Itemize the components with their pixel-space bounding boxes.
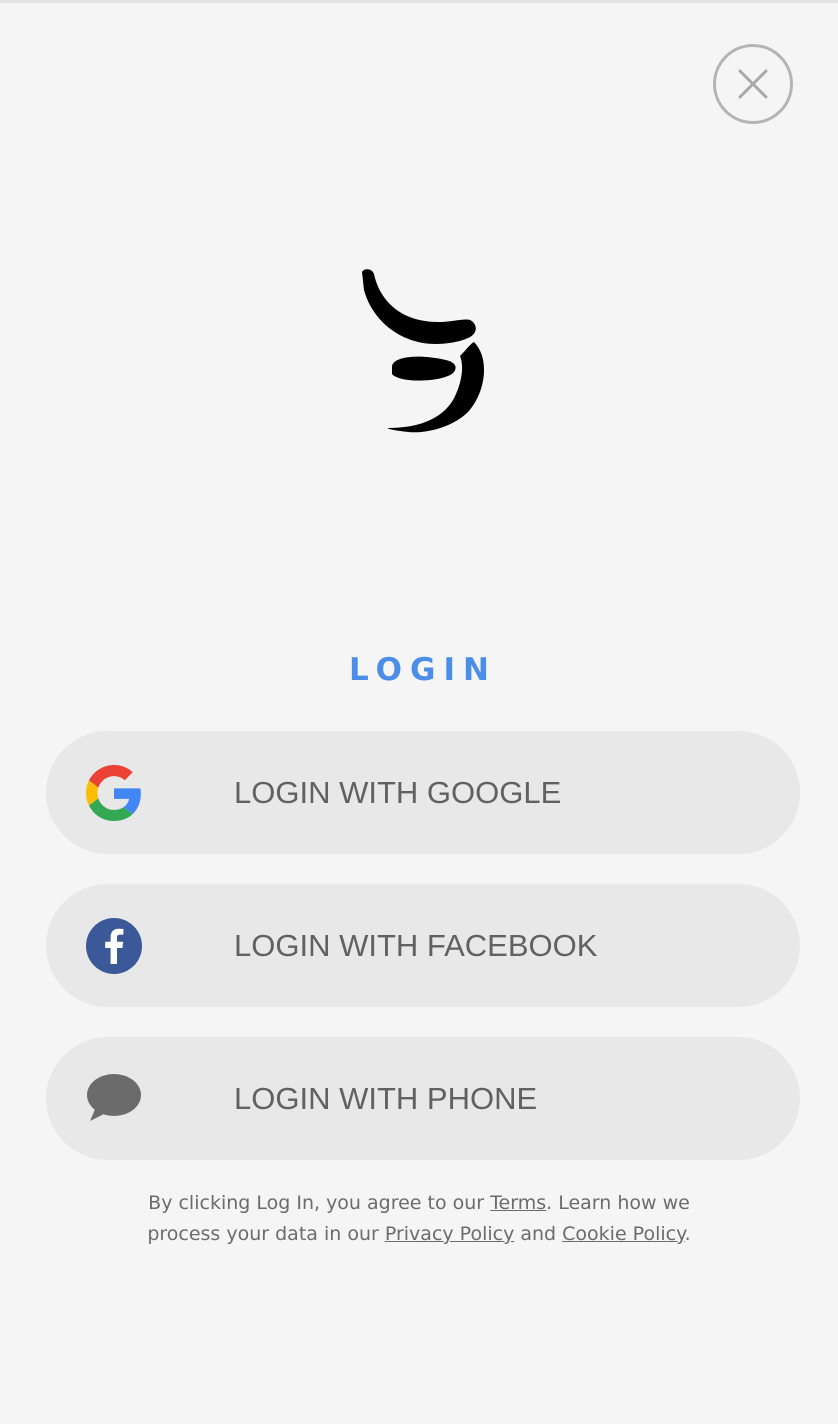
facebook-icon: [86, 918, 142, 974]
login-facebook-button[interactable]: LOGIN WITH FACEBOOK: [46, 884, 800, 1007]
disclaimer-line-2: process your data in our Privacy Policy …: [0, 1219, 838, 1250]
disclaimer-text: By clicking Log In, you agree to our: [148, 1192, 491, 1214]
close-icon: [738, 69, 768, 99]
disclaimer-line-1: By clicking Log In, you agree to our Ter…: [0, 1188, 838, 1219]
disclaimer-text: . Learn how we: [546, 1192, 690, 1214]
login-google-label: LOGIN WITH GOOGLE: [234, 775, 562, 810]
close-button[interactable]: [713, 44, 793, 124]
page-title: LOGIN: [349, 652, 497, 688]
google-icon: [86, 765, 142, 821]
disclaimer-text: and: [514, 1223, 563, 1245]
top-border: [0, 0, 838, 3]
disclaimer-text: .: [684, 1223, 691, 1245]
privacy-policy-link[interactable]: Privacy Policy: [385, 1223, 514, 1245]
brand-logo: [362, 269, 485, 433]
login-phone-button[interactable]: LOGIN WITH PHONE: [46, 1037, 800, 1160]
disclaimer-text: process your data in our: [147, 1223, 385, 1245]
terms-link[interactable]: Terms: [490, 1192, 546, 1214]
login-google-button[interactable]: LOGIN WITH GOOGLE: [46, 731, 800, 854]
chat-bubble-icon: [86, 1071, 142, 1127]
legal-disclaimer: By clicking Log In, you agree to our Ter…: [0, 1188, 838, 1250]
login-facebook-label: LOGIN WITH FACEBOOK: [234, 928, 598, 963]
login-phone-label: LOGIN WITH PHONE: [234, 1081, 538, 1116]
cookie-policy-link[interactable]: Cookie Policy: [562, 1223, 684, 1245]
